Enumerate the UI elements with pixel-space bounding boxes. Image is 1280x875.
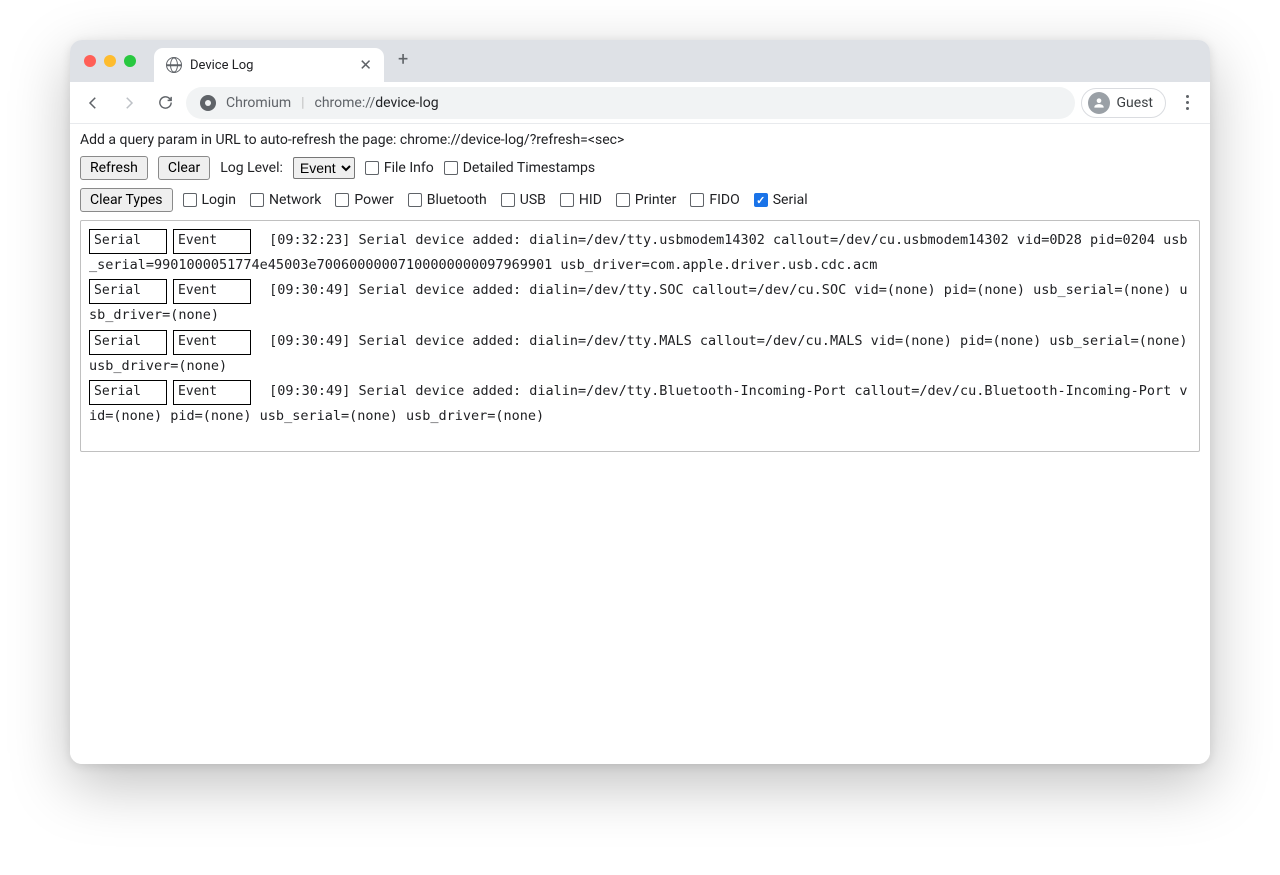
type-label-network: Network — [269, 192, 321, 208]
new-tab-button[interactable]: + — [384, 49, 422, 74]
type-label-hid: HID — [579, 192, 602, 208]
type-label-usb: USB — [520, 192, 546, 208]
main-menu-button[interactable] — [1172, 95, 1202, 110]
toolbar: Chromium | chrome://device-log Guest — [70, 82, 1210, 124]
log-entry: SerialEvent [09:30:49] Serial device add… — [89, 380, 1191, 428]
titlebar: Device Log ✕ + — [70, 40, 1210, 82]
detailed-timestamps-label: Detailed Timestamps — [463, 160, 595, 176]
log-type-tag: Serial — [89, 380, 167, 405]
browser-window: Device Log ✕ + Chromium | chrome://devic… — [70, 40, 1210, 764]
log-message: [09:30:49] Serial device added: dialin=/… — [89, 282, 1188, 323]
log-type-tag: Serial — [89, 279, 167, 304]
file-info-checkbox[interactable] — [365, 161, 379, 175]
clear-types-button[interactable]: Clear Types — [80, 188, 173, 212]
refresh-button[interactable]: Refresh — [80, 156, 148, 180]
type-checkbox-serial[interactable] — [754, 193, 768, 207]
type-checkbox-printer[interactable] — [616, 193, 630, 207]
chrome-icon — [200, 95, 216, 111]
log-message: [09:30:49] Serial device added: dialin=/… — [89, 333, 1188, 374]
type-label-printer: Printer — [635, 192, 676, 208]
page-content: Add a query param in URL to auto-refresh… — [70, 124, 1210, 764]
close-tab-button[interactable]: ✕ — [357, 56, 374, 74]
log-panel: SerialEvent [09:32:23] Serial device add… — [80, 220, 1200, 452]
log-entry: SerialEvent [09:32:23] Serial device add… — [89, 229, 1191, 277]
log-level-tag: Event — [173, 229, 251, 254]
type-checkbox-hid[interactable] — [560, 193, 574, 207]
type-checkbox-bluetooth[interactable] — [408, 193, 422, 207]
profile-button[interactable]: Guest — [1081, 88, 1166, 118]
type-checkbox-usb[interactable] — [501, 193, 515, 207]
type-checkbox-network[interactable] — [250, 193, 264, 207]
maximize-window-button[interactable] — [124, 55, 136, 67]
type-label-bluetooth: Bluetooth — [427, 192, 487, 208]
log-type-tag: Serial — [89, 229, 167, 254]
detailed-timestamps-checkbox[interactable] — [444, 161, 458, 175]
type-checkbox-fido[interactable] — [690, 193, 704, 207]
type-label-power: Power — [354, 192, 393, 208]
controls-row-2: Clear Types Login Network Power Bluetooth US… — [80, 188, 1200, 212]
omnibox-origin: Chromium — [226, 95, 291, 111]
address-bar[interactable]: Chromium | chrome://device-log — [186, 87, 1075, 119]
file-info-label: File Info — [384, 160, 434, 176]
forward-button[interactable] — [114, 88, 144, 118]
type-label-login: Login — [202, 192, 237, 208]
type-checkbox-power[interactable] — [335, 193, 349, 207]
log-level-tag: Event — [173, 380, 251, 405]
type-label-fido: FIDO — [709, 192, 739, 208]
minimize-window-button[interactable] — [104, 55, 116, 67]
clear-button[interactable]: Clear — [158, 156, 210, 180]
log-message: [09:30:49] Serial device added: dialin=/… — [89, 383, 1188, 424]
close-window-button[interactable] — [84, 55, 96, 67]
omnibox-divider: | — [301, 95, 304, 111]
log-level-label: Log Level: — [220, 160, 283, 176]
avatar-icon — [1088, 92, 1110, 114]
log-entry: SerialEvent [09:30:49] Serial device add… — [89, 279, 1191, 327]
log-level-tag: Event — [173, 330, 251, 355]
type-label-serial: Serial — [773, 192, 808, 208]
window-controls — [84, 55, 154, 82]
log-level-tag: Event — [173, 279, 251, 304]
omnibox-url: chrome://device-log — [315, 95, 439, 111]
globe-icon — [166, 57, 182, 73]
profile-label: Guest — [1117, 95, 1153, 111]
log-type-tag: Serial — [89, 330, 167, 355]
refresh-hint: Add a query param in URL to auto-refresh… — [80, 132, 1200, 148]
controls-row-1: Refresh Clear Log Level: Event File Info… — [80, 156, 1200, 180]
back-button[interactable] — [78, 88, 108, 118]
log-level-select[interactable]: Event — [293, 157, 355, 179]
tab-title: Device Log — [190, 58, 349, 73]
reload-button[interactable] — [150, 88, 180, 118]
log-message: [09:32:23] Serial device added: dialin=/… — [89, 232, 1188, 273]
log-entry: SerialEvent [09:30:49] Serial device add… — [89, 330, 1191, 378]
browser-tab[interactable]: Device Log ✕ — [154, 48, 384, 82]
type-checkbox-login[interactable] — [183, 193, 197, 207]
